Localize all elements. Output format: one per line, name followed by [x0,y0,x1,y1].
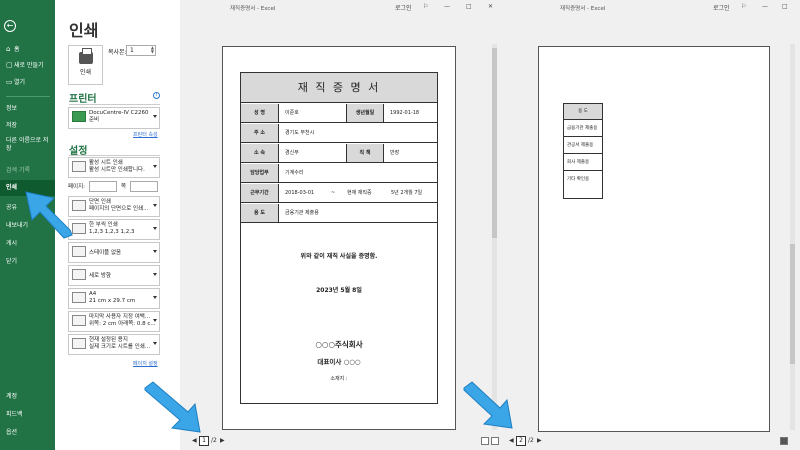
arrow-to-print-menu [25,191,73,239]
arrow-to-page-nav-right [463,381,513,429]
arrow-to-page-nav-left [144,381,201,433]
annotation-arrows [25,191,513,433]
